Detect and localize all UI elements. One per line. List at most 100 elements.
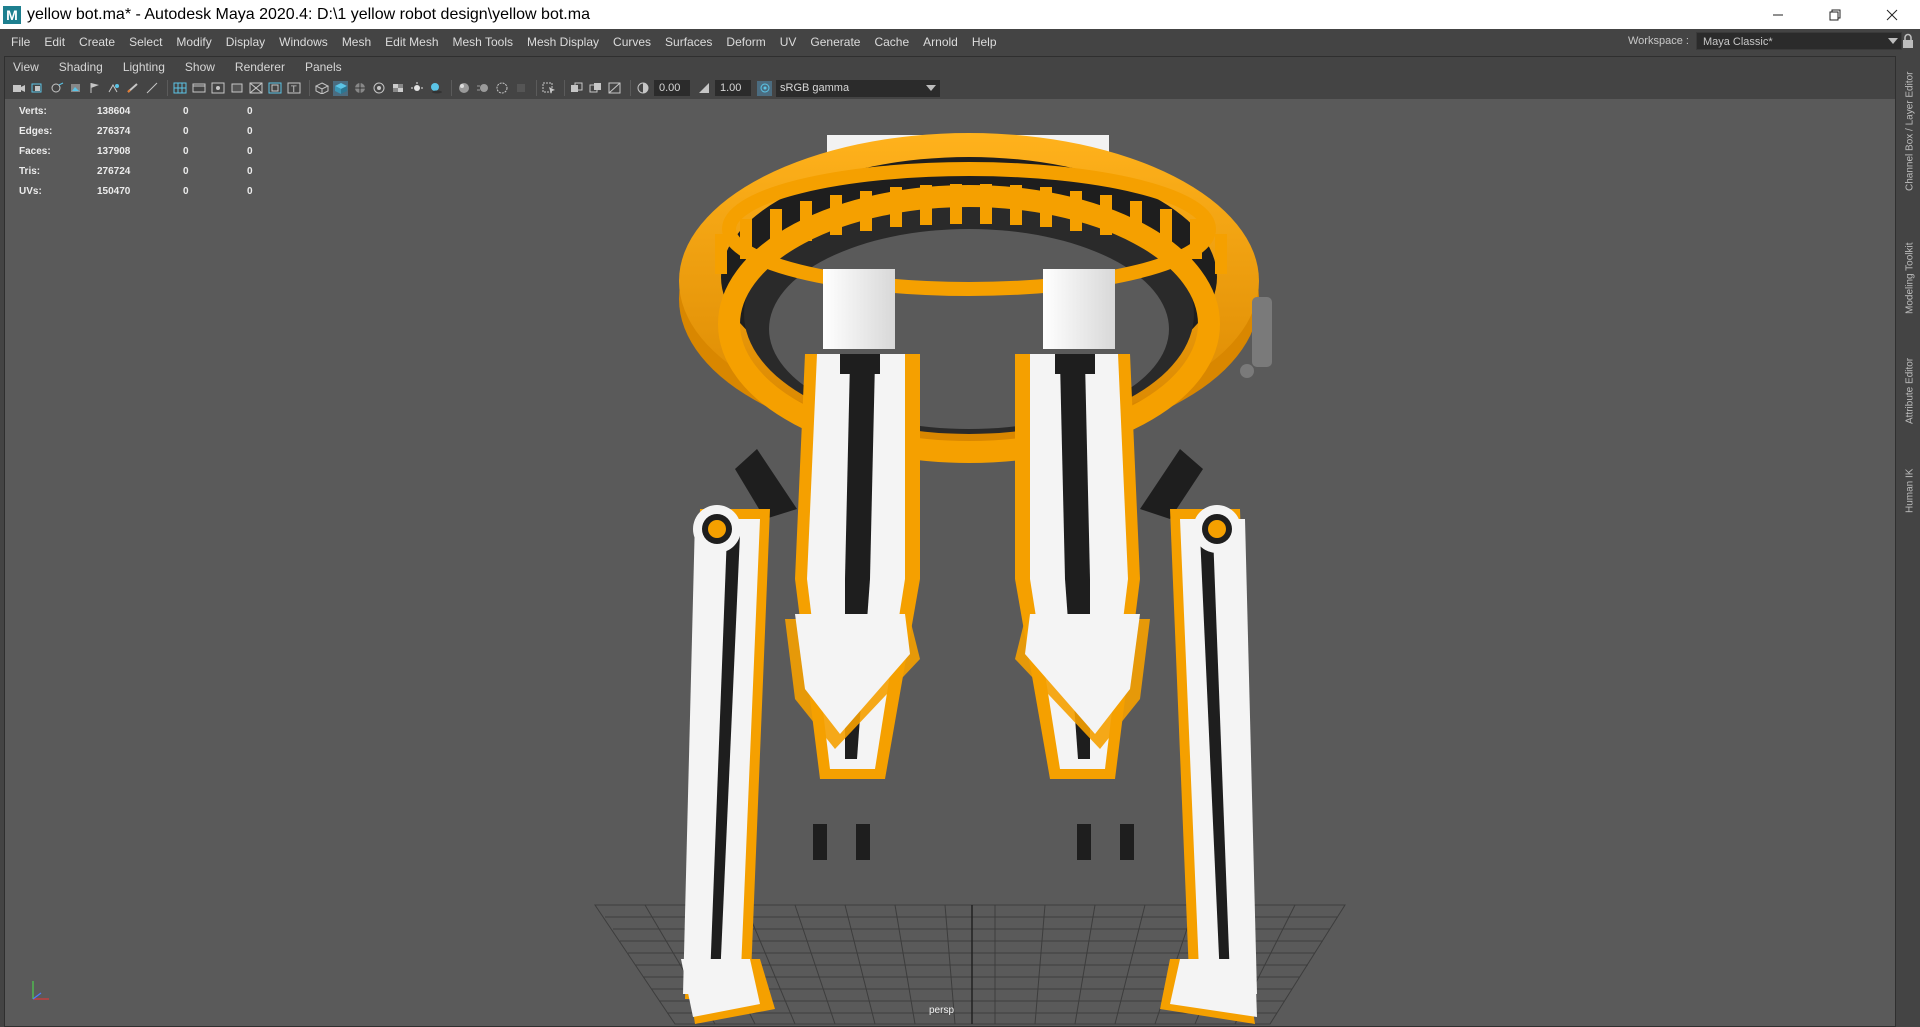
minimize-button[interactable]: [1749, 0, 1806, 29]
hud-selected: 0: [183, 145, 189, 157]
outer-left-leg: [681, 449, 797, 1024]
panel-menu-shading[interactable]: Shading: [59, 57, 113, 77]
tab-attribute-editor[interactable]: Attribute Editor: [1900, 346, 1920, 436]
motion-blur-icon[interactable]: [475, 81, 490, 96]
hud-uv: 0: [247, 185, 253, 197]
restore-button[interactable]: [1806, 0, 1863, 29]
xray-active-icon[interactable]: [588, 81, 603, 96]
hud-uv: 0: [247, 125, 253, 137]
menu-help[interactable]: Help: [965, 32, 1004, 52]
toolbar-separator: [536, 80, 537, 96]
menu-edit-mesh[interactable]: Edit Mesh: [378, 32, 445, 52]
gamma-field[interactable]: 1.00: [715, 80, 751, 96]
hud-row-tris: Tris: 276724 0 0: [19, 161, 311, 181]
hud-label: Edges:: [19, 125, 53, 137]
menu-display[interactable]: Display: [219, 32, 272, 52]
lighting-icon[interactable]: [409, 81, 424, 96]
menu-file[interactable]: File: [0, 32, 37, 52]
view-transform-dropdown[interactable]: sRGB gamma: [776, 79, 940, 97]
workspace-selector: Workspace : Maya Classic*: [1628, 32, 1902, 50]
toolbar-separator: [451, 80, 452, 96]
hud-selected: 0: [183, 185, 189, 197]
viewport-panel: View Shading Lighting Show Renderer Pane…: [4, 56, 1896, 1027]
panel-menu-panels[interactable]: Panels: [305, 57, 352, 77]
anti-aliasing-icon[interactable]: [494, 81, 509, 96]
xray-joints-icon[interactable]: [569, 81, 584, 96]
maya-logo-icon: M: [3, 5, 21, 24]
toolbar-separator: [167, 80, 168, 96]
grid-icon[interactable]: [172, 81, 187, 96]
inner-right-arm: [1015, 354, 1150, 860]
menu-edit[interactable]: Edit: [37, 32, 72, 52]
menu-mesh-display[interactable]: Mesh Display: [520, 32, 606, 52]
panel-menu-show[interactable]: Show: [185, 57, 225, 77]
isolate-select-icon[interactable]: [541, 81, 556, 96]
toolbar-separator: [630, 80, 631, 96]
menu-curves[interactable]: Curves: [606, 32, 658, 52]
film-gate-icon[interactable]: [191, 81, 206, 96]
textured-icon[interactable]: [390, 81, 405, 96]
menu-surfaces[interactable]: Surfaces: [658, 32, 719, 52]
resolution-gate-icon[interactable]: [210, 81, 225, 96]
lock-icon[interactable]: [1902, 33, 1914, 49]
yellow-ring: [679, 133, 1259, 463]
menu-uv[interactable]: UV: [773, 32, 804, 52]
exposure-field[interactable]: 0.00: [654, 80, 690, 96]
smooth-shade-icon[interactable]: [333, 80, 348, 96]
window-controls: [1749, 0, 1920, 29]
field-chart-icon[interactable]: [248, 81, 263, 96]
hud-selected: 0: [183, 105, 189, 117]
ambient-occlusion-icon[interactable]: [456, 81, 471, 96]
depth-of-field-icon[interactable]: [513, 81, 528, 96]
hud-label: UVs:: [19, 185, 42, 197]
minimize-icon: [1772, 14, 1783, 15]
hud-uv: 0: [247, 105, 253, 117]
tab-human-ik[interactable]: Human IK: [1900, 456, 1920, 526]
panel-menu-renderer[interactable]: Renderer: [235, 57, 295, 77]
tab-channel-box[interactable]: Channel Box / Layer Editor: [1900, 66, 1920, 196]
safe-title-icon[interactable]: T: [286, 81, 301, 96]
hud-selected: 0: [183, 165, 189, 177]
menu-mesh-tools[interactable]: Mesh Tools: [446, 32, 520, 52]
menu-windows[interactable]: Windows: [272, 32, 335, 52]
menu-cache[interactable]: Cache: [867, 32, 916, 52]
title-bar: M yellow bot.ma* - Autodesk Maya 2020.4:…: [0, 0, 1920, 29]
hud-value: 138604: [97, 105, 131, 117]
workspace-dropdown[interactable]: Maya Classic*: [1695, 32, 1902, 50]
2d-pan-icon[interactable]: [106, 81, 121, 96]
bookmark-icon[interactable]: [49, 81, 64, 96]
flag-icon[interactable]: [87, 81, 102, 96]
camera-attributes-icon[interactable]: [30, 81, 45, 96]
shadows-icon[interactable]: [428, 81, 443, 96]
close-button[interactable]: [1863, 0, 1920, 29]
wireframe-icon[interactable]: [314, 81, 329, 96]
workspace-value: Maya Classic*: [1702, 36, 1773, 48]
menu-deform[interactable]: Deform: [719, 32, 772, 52]
tab-modeling-toolkit[interactable]: Modeling Toolkit: [1900, 228, 1920, 328]
image-plane-icon[interactable]: [68, 81, 83, 96]
menu-generate[interactable]: Generate: [803, 32, 867, 52]
grease-pencil-icon[interactable]: [125, 81, 140, 96]
hud-label: Verts:: [19, 105, 47, 117]
robot-model-render: [594, 133, 1346, 1025]
menu-arnold[interactable]: Arnold: [916, 32, 965, 52]
panel-menu-view[interactable]: View: [13, 57, 49, 77]
gamma-icon[interactable]: [696, 81, 711, 96]
xray-icon[interactable]: [371, 81, 386, 96]
wireframe-on-shaded-icon[interactable]: [352, 81, 367, 96]
color-management-icon[interactable]: [757, 80, 772, 96]
menu-select[interactable]: Select: [122, 32, 169, 52]
backface-culling-icon[interactable]: [607, 81, 622, 96]
menu-mesh[interactable]: Mesh: [335, 32, 378, 52]
hud-uv: 0: [247, 145, 253, 157]
menu-create[interactable]: Create: [72, 32, 122, 52]
3d-viewport[interactable]: Verts: 138604 0 0 Edges: 276374 0 0 Face…: [5, 99, 1895, 1026]
menu-modify[interactable]: Modify: [169, 32, 218, 52]
exposure-icon[interactable]: [635, 81, 650, 96]
panel-menu-lighting[interactable]: Lighting: [123, 57, 175, 77]
safe-action-icon[interactable]: [267, 81, 282, 96]
gate-mask-icon[interactable]: [229, 81, 244, 96]
camera-icon[interactable]: [11, 81, 26, 96]
pencil-icon[interactable]: [144, 81, 159, 96]
restore-icon: [1829, 9, 1840, 20]
